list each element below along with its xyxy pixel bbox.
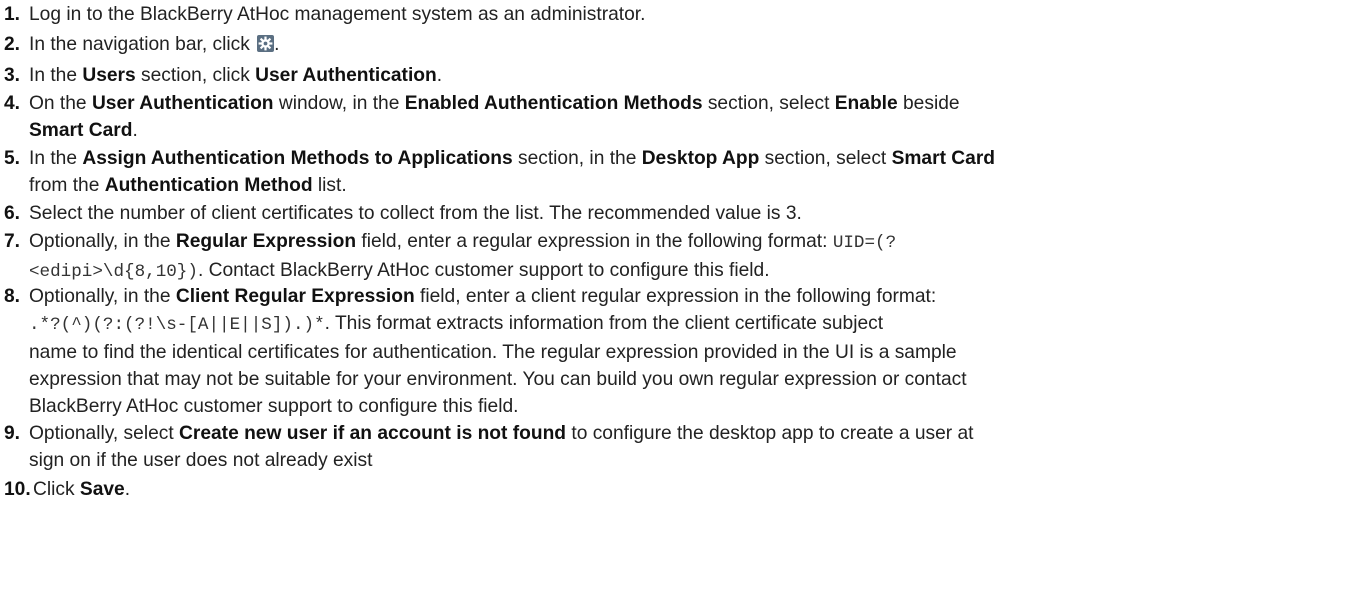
step-text-segment: . xyxy=(436,65,443,86)
step-text-segment: beside xyxy=(897,93,960,114)
step-number: 9. xyxy=(4,423,21,444)
step-text-segment: section, select xyxy=(702,93,835,114)
ui-term: Smart Card xyxy=(29,120,133,141)
step-text: In the Assign Authentication Methods to … xyxy=(29,145,1359,199)
step-text: Select the number of client certificates… xyxy=(29,200,1359,227)
step-number: 4. xyxy=(4,93,21,114)
step-text-segment: section, click xyxy=(135,65,256,86)
step-text-segment: Optionally, in the xyxy=(29,231,176,252)
step-number: 1. xyxy=(4,4,21,25)
ui-term: Authentication Method xyxy=(104,175,313,196)
step-text-segment: In the navigation bar, click xyxy=(29,34,250,55)
step-text-segment: . Contact BlackBerry AtHoc customer supp… xyxy=(197,260,770,281)
ui-term: Assign Authentication Methods to Applica… xyxy=(82,148,513,169)
step-text-segment: Optionally, in the xyxy=(29,286,176,307)
step-text-segment: In the xyxy=(29,148,83,169)
step-text: In the Users section, click User Authent… xyxy=(29,62,1359,89)
step-text-segment: field, enter a client regular expression… xyxy=(414,286,937,307)
ui-term: Enabled Authentication Methods xyxy=(404,93,703,114)
step-text-segment: . xyxy=(124,479,131,500)
step-text: Optionally, select Create new user if an… xyxy=(29,420,1359,474)
step-text-segment: . This format extracts information from … xyxy=(324,313,884,334)
ui-term: User Authentication xyxy=(255,65,437,86)
ui-term: Enable xyxy=(834,93,898,114)
step-line: expression that may not be suitable for … xyxy=(29,369,967,390)
step-line: BlackBerry AtHoc customer support to con… xyxy=(29,396,519,417)
ui-term: User Authentication xyxy=(91,93,274,114)
step-number: 2. xyxy=(4,34,21,55)
step-text-segment: Log in to the BlackBerry AtHoc managemen… xyxy=(29,4,646,25)
step-text: Click Save. xyxy=(33,476,1363,503)
step-text-segment: Click xyxy=(33,479,80,500)
step-text-segment: from the xyxy=(29,175,105,196)
code-snippet: UID=(? xyxy=(832,233,897,253)
step-number: 5. xyxy=(4,148,21,169)
step-line: from the Authentication Method list. xyxy=(29,172,1359,199)
step-line: Smart Card. xyxy=(29,117,1359,144)
step-line: sign on if the user does not already exi… xyxy=(29,450,373,471)
ui-term: Smart Card xyxy=(891,148,996,169)
ui-term: Desktop App xyxy=(641,148,760,169)
step-text: Log in to the BlackBerry AtHoc managemen… xyxy=(29,1,1359,28)
step-text-segment: . xyxy=(132,120,138,141)
step-number: 6. xyxy=(4,203,21,224)
step-line: .*?(^)(?:(?!\s-[A||E||S]).)*. This forma… xyxy=(29,310,1359,339)
step-text-segment: Select the number of client certificates… xyxy=(29,203,802,224)
code-snippet: .*?(^)(?:(?!\s-[A||E||S]).)* xyxy=(29,315,325,335)
step-text: On the User Authentication window, in th… xyxy=(29,90,1359,144)
gear-icon xyxy=(257,33,275,52)
ui-term: Client Regular Expression xyxy=(175,286,415,307)
step-number: 3. xyxy=(4,65,21,86)
step-number: 7. xyxy=(4,231,21,252)
step-text-segment: to configure the desktop app to create a… xyxy=(566,423,974,444)
step-text-segment: section, in the xyxy=(512,148,642,169)
ui-term: Users xyxy=(82,65,136,86)
step-text-segment: field, enter a regular expression in the… xyxy=(356,231,833,252)
ui-term: Save xyxy=(79,479,125,500)
step-text-segment: On the xyxy=(29,93,92,114)
code-snippet: <edipi>\d{8,10}) xyxy=(29,262,198,282)
ui-term: Regular Expression xyxy=(175,231,357,252)
step-text-segment: section, select xyxy=(759,148,892,169)
ui-term: Create new user if an account is not fou… xyxy=(179,423,567,444)
step-text-segment: window, in the xyxy=(273,93,405,114)
step-line: <edipi>\d{8,10}). Contact BlackBerry AtH… xyxy=(29,257,1359,286)
step-text: Optionally, in the Client Regular Expres… xyxy=(29,283,1359,420)
step-text-segment: . xyxy=(274,34,280,55)
step-number: 10. xyxy=(4,479,31,500)
step-text-segment: In the xyxy=(29,65,83,86)
step-text-segment: Optionally, select xyxy=(29,423,180,444)
step-text: In the navigation bar, click . xyxy=(29,31,1359,58)
step-number: 8. xyxy=(4,286,21,307)
step-text: Optionally, in the Regular Expression fi… xyxy=(29,228,1359,286)
step-text-segment: list. xyxy=(312,175,347,196)
step-line: name to find the identical certificates … xyxy=(29,342,957,363)
